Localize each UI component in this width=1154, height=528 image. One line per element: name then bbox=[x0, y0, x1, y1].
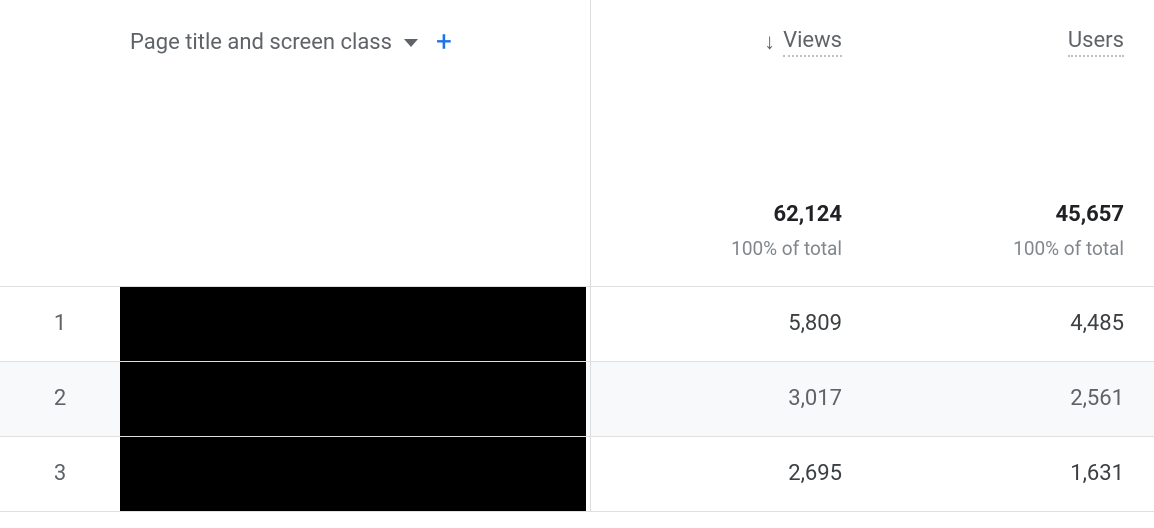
dimension-cell: 2 bbox=[0, 361, 590, 436]
table-row[interactable]: 2 3,0172,561 bbox=[0, 361, 1154, 436]
views-cell: 3,017 bbox=[590, 361, 872, 436]
views-cell: 5,809 bbox=[590, 286, 872, 361]
totals-dimension-cell bbox=[0, 176, 590, 286]
redacted-block bbox=[120, 287, 586, 361]
table-body: 62,124 100% of total 45,657 100% of tota… bbox=[0, 176, 1154, 511]
totals-users-cell: 45,657 100% of total bbox=[872, 176, 1154, 286]
users-cell: 2,561 bbox=[872, 361, 1154, 436]
metric-label[interactable]: Views bbox=[783, 28, 842, 57]
redacted-block bbox=[120, 437, 586, 511]
total-value: 62,124 bbox=[591, 202, 843, 227]
users-cell: 4,485 bbox=[872, 286, 1154, 361]
row-index: 1 bbox=[0, 311, 120, 336]
total-value: 45,657 bbox=[872, 202, 1124, 227]
metric-header-users: Users bbox=[872, 0, 1154, 176]
dimension-header-cell: Page title and screen class + bbox=[0, 0, 590, 176]
row-index: 2 bbox=[0, 386, 120, 411]
totals-row: 62,124 100% of total 45,657 100% of tota… bbox=[0, 176, 1154, 286]
redacted-block bbox=[120, 362, 586, 436]
users-cell: 1,631 bbox=[872, 436, 1154, 511]
dimension-cell: 3 bbox=[0, 436, 590, 511]
views-cell: 2,695 bbox=[590, 436, 872, 511]
chevron-down-icon[interactable] bbox=[404, 39, 418, 47]
table-header-row: Page title and screen class + ↓ Views Us… bbox=[0, 0, 1154, 176]
sort-down-arrow-icon[interactable]: ↓ bbox=[764, 32, 775, 54]
table-row[interactable]: 3 2,6951,631 bbox=[0, 436, 1154, 511]
report-table: Page title and screen class + ↓ Views Us… bbox=[0, 0, 1154, 512]
add-dimension-icon[interactable]: + bbox=[436, 28, 452, 56]
total-subtext: 100% of total bbox=[591, 237, 843, 260]
dimension-cell: 1 bbox=[0, 286, 590, 361]
dimension-label[interactable]: Page title and screen class bbox=[130, 30, 392, 55]
total-subtext: 100% of total bbox=[872, 237, 1124, 260]
row-index: 3 bbox=[0, 461, 120, 486]
metric-header-views: ↓ Views bbox=[590, 0, 872, 176]
totals-views-cell: 62,124 100% of total bbox=[590, 176, 872, 286]
metric-label[interactable]: Users bbox=[1068, 28, 1124, 57]
table-row[interactable]: 1 5,8094,485 bbox=[0, 286, 1154, 361]
